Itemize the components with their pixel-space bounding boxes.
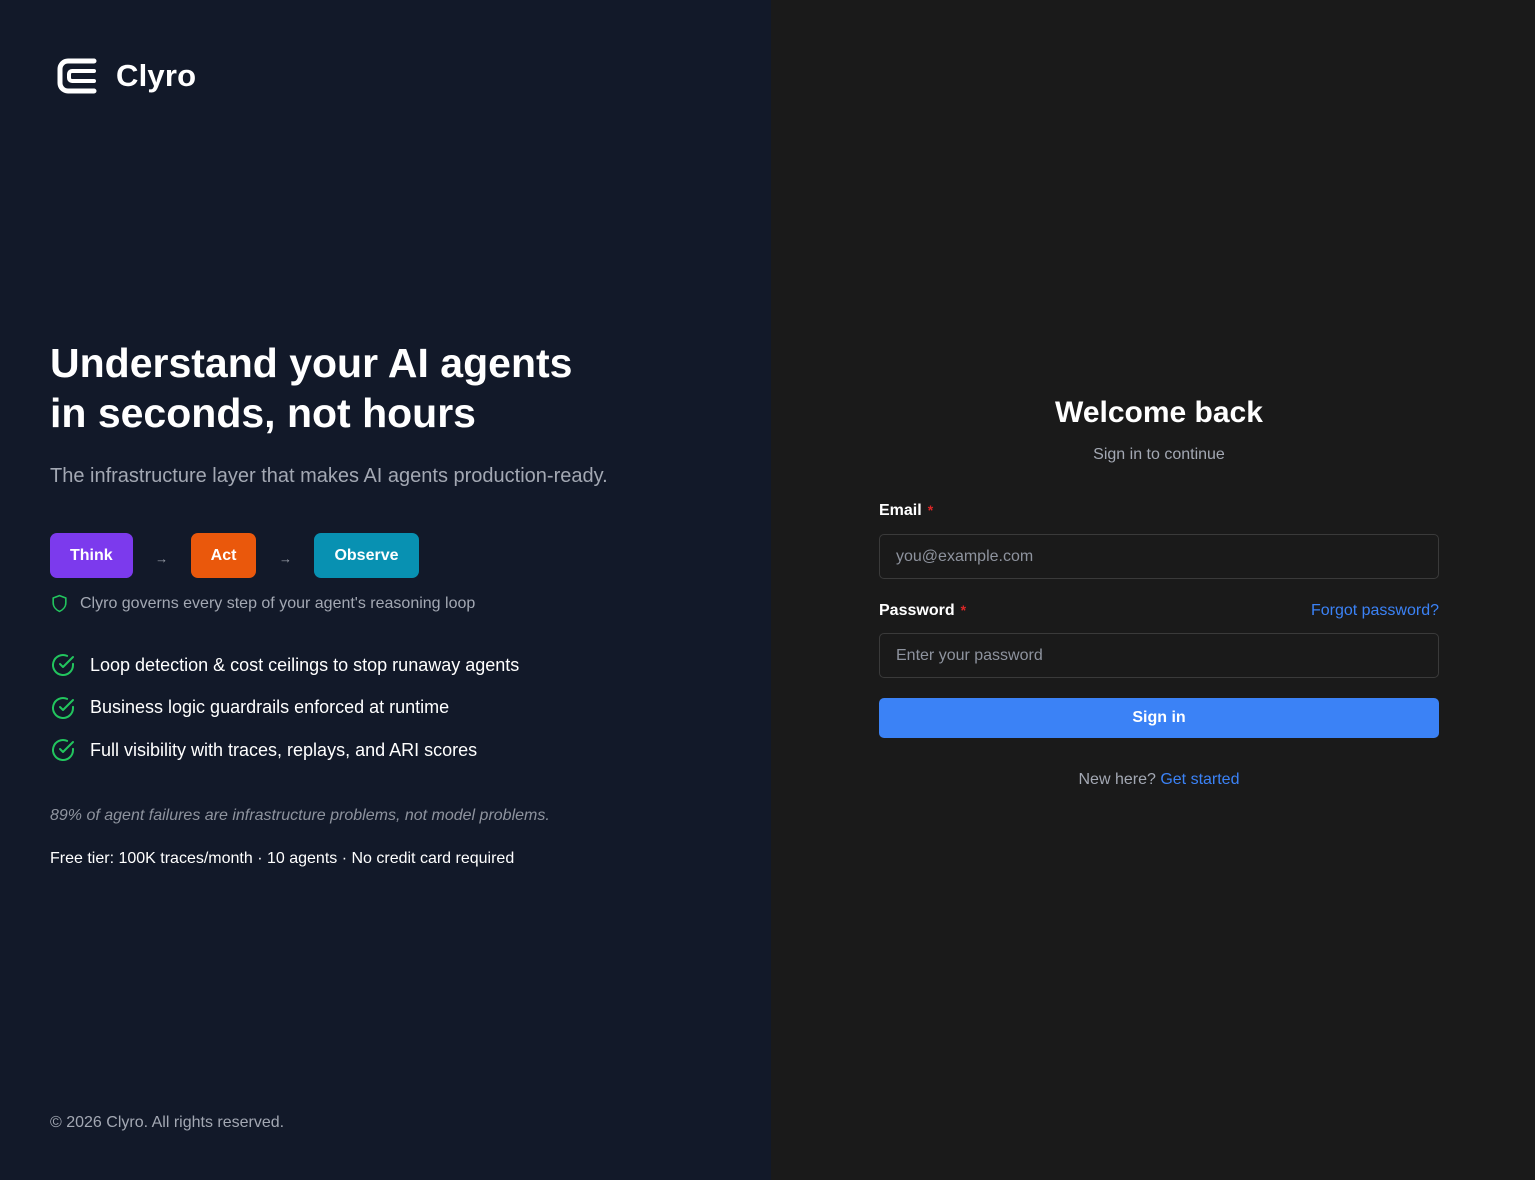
- free-tier-note: Free tier: 100K traces/month · 10 agents…: [50, 849, 515, 867]
- signin-panel: Welcome back Sign in to continue Email * …: [771, 0, 1535, 1180]
- feature-text: Loop detection & cost ceilings to stop r…: [90, 654, 520, 675]
- email-label: Email *: [879, 502, 933, 520]
- headline-line-1: Understand your AI agents: [50, 340, 573, 386]
- login-page: Clyro Understand your AI agents in secon…: [0, 0, 1535, 1180]
- shield-icon: [52, 594, 67, 613]
- reasoning-loop: Think → Act → Observe: [50, 533, 730, 578]
- feature-text: Full visibility with traces, replays, an…: [90, 739, 478, 760]
- form-subtitle: Sign in to continue: [1093, 446, 1225, 463]
- marketing-panel: Clyro Understand your AI agents in secon…: [0, 0, 771, 1180]
- check-circle-icon: [52, 654, 74, 677]
- password-label-text: Password: [879, 602, 955, 619]
- password-field[interactable]: [879, 633, 1439, 678]
- loop-arrow-icon: →: [278, 551, 292, 566]
- governs-note: Clyro governs every step of your agent's…: [50, 594, 730, 613]
- brand-name: Clyro: [116, 58, 197, 93]
- headline-line-2: in seconds, not hours: [50, 390, 476, 436]
- password-label: Password *: [879, 602, 966, 620]
- hero-headline: Understand your AI agents in seconds, no…: [50, 338, 730, 438]
- sign-in-button[interactable]: Sign in: [879, 698, 1439, 738]
- governs-text: Clyro governs every step of your agent's…: [80, 594, 476, 612]
- new-here-text: New here?: [1078, 771, 1156, 788]
- loop-step-observe: Observe: [314, 533, 419, 578]
- check-circle-icon: [52, 739, 74, 762]
- required-marker: *: [927, 502, 934, 518]
- signin-form: Welcome back Sign in to continue Email * …: [879, 396, 1439, 789]
- stat-quote: 89% of agent failures are infrastructure…: [50, 806, 550, 824]
- get-started-link[interactable]: Get started: [1160, 771, 1239, 788]
- loop-arrow-icon: →: [155, 551, 169, 566]
- form-title: Welcome back: [1055, 396, 1263, 429]
- email-label-row: Email *: [879, 502, 1439, 520]
- loop-step-think: Think: [50, 533, 133, 578]
- check-circle-icon: [52, 696, 74, 719]
- email-label-text: Email: [879, 502, 922, 519]
- stacked-c-logo-icon: [57, 58, 97, 94]
- list-item: Loop detection & cost ceilings to stop r…: [50, 644, 730, 687]
- brand-logo[interactable]: Clyro: [56, 56, 196, 96]
- loop-step-act: Act: [190, 533, 257, 578]
- password-label-row: Password * Forgot password?: [879, 602, 1439, 620]
- copyright: © 2026 Clyro. All rights reserved.: [50, 1114, 285, 1131]
- email-field[interactable]: [879, 534, 1439, 579]
- feature-text: Business logic guardrails enforced at ru…: [90, 697, 450, 718]
- required-marker: *: [960, 602, 967, 618]
- forgot-password-link[interactable]: Forgot password?: [1311, 602, 1439, 620]
- hero-section: Understand your AI agents in seconds, no…: [50, 338, 730, 868]
- hero-subheading: The infrastructure layer that makes AI a…: [50, 465, 608, 487]
- list-item: Business logic guardrails enforced at ru…: [50, 687, 730, 730]
- list-item: Full visibility with traces, replays, an…: [50, 729, 730, 772]
- feature-list: Loop detection & cost ceilings to stop r…: [50, 644, 730, 772]
- signup-prompt: New here? Get started: [879, 771, 1439, 789]
